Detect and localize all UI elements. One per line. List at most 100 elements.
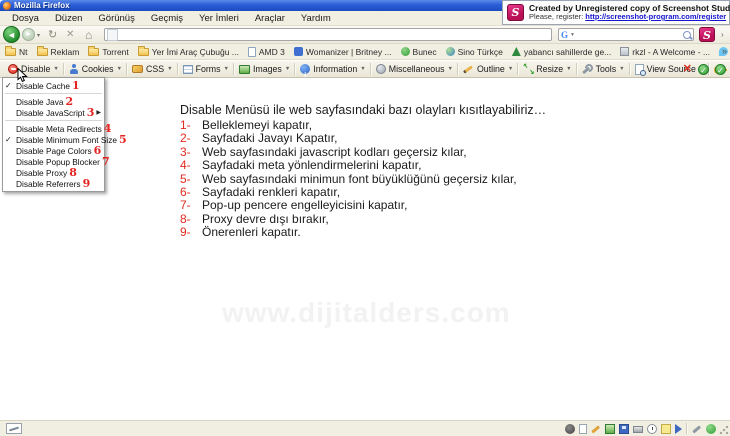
menu-item-disable-referrers[interactable]: Disable Referrers 9: [3, 178, 104, 189]
menu-gecmis[interactable]: Geçmiş: [143, 13, 191, 24]
valid-css-icon[interactable]: ✓: [715, 64, 726, 75]
list-item: 4- Sayfadaki meta yönlendirmelerini kapat…: [180, 158, 422, 173]
menu-dosya[interactable]: Dosya: [4, 13, 47, 24]
tools-icon[interactable]: [692, 424, 702, 434]
list-item: 3- Web sayfasındaki javascript kodları ge…: [180, 144, 467, 159]
bookmarks-overflow-icon[interactable]: »: [722, 46, 727, 56]
menu-duzen[interactable]: Düzen: [47, 13, 90, 24]
toolbar-overflow-icon[interactable]: ›: [721, 30, 724, 39]
menu-araclar[interactable]: Araçlar: [247, 13, 293, 24]
register-link[interactable]: http://screenshot-program.com/register: [585, 12, 726, 21]
refresh-icon[interactable]: ↻: [48, 28, 57, 41]
search-box[interactable]: G ▼: [558, 28, 694, 41]
list-number: 9-: [180, 225, 191, 240]
bookmark-label: Sino Türkçe: [457, 46, 503, 57]
history-dropdown-icon[interactable]: ▾: [37, 32, 40, 39]
list-number: 6-: [180, 185, 191, 200]
menu-item-disable-meta-redirects[interactable]: Disable Meta Redirects 4: [3, 123, 111, 134]
menu-item-disable-minimum-font-size[interactable]: ✓ Disable Minimum Font Size 5: [3, 134, 127, 145]
annotation-number: 6: [93, 143, 102, 157]
bookmark-item[interactable]: Torrent: [88, 45, 129, 57]
devtool-tools[interactable]: Tools ▼: [578, 64, 629, 74]
register-label: Please, register:: [529, 12, 584, 22]
chevron-down-icon: ▼: [566, 66, 572, 72]
bookmark-item[interactable]: Yer İmi Araç Çubuğu ...: [137, 45, 239, 57]
chevron-down-icon: ▼: [360, 66, 366, 72]
forward-arrow-icon[interactable]: [675, 423, 682, 434]
web-developer-toolbar: Disable▼ Cookies▼ CSS▼ Forms▼ Images▼ In…: [0, 60, 730, 78]
devtool-forms[interactable]: Forms ▼: [179, 64, 233, 74]
list-item: 2- Sayfadaki Javayı Kapatır,: [180, 131, 338, 146]
view-source-icon: [634, 63, 646, 76]
annotation-number: 9: [82, 176, 91, 190]
search-go-icon[interactable]: [683, 30, 691, 39]
connection-status-icon[interactable]: [706, 423, 716, 434]
bookmark-item[interactable]: Bunec: [400, 47, 437, 57]
list-item: 7- Pop-up pencere engelleyicisini kapatır…: [180, 198, 408, 213]
back-button[interactable]: ◄: [3, 26, 20, 43]
bookmark-label: AMD 3: [258, 46, 285, 57]
bookmark-item[interactable]: AMD 3: [247, 46, 285, 57]
bookmark-label: Nt: [19, 46, 28, 57]
list-number: 3-: [180, 144, 191, 159]
bookmark-item[interactable]: Sino Türkçe: [445, 46, 503, 57]
bookmark-item[interactable]: yabancı sahillerde ge...: [511, 47, 611, 57]
stop-icon[interactable]: ✕: [66, 29, 74, 40]
list-item: 8- Proxy devre dışı bırakır,: [180, 211, 329, 226]
bookmark-item[interactable]: Nt: [5, 45, 28, 57]
document-icon[interactable]: [579, 423, 587, 434]
list-number: 7-: [180, 198, 191, 213]
disable-dropdown-menu: ✓ Disable Cache 1 Disable Java 2 Disable…: [2, 77, 127, 192]
note-icon[interactable]: [661, 423, 671, 434]
devtool-disable[interactable]: Disable ▼: [4, 64, 63, 74]
menu-yer-imleri[interactable]: Yer İmleri: [191, 13, 247, 24]
engine-dropdown-icon[interactable]: ▼: [570, 32, 575, 38]
close-toolbar-icon[interactable]: ✕: [683, 64, 692, 75]
annotation-number: 1: [71, 78, 80, 92]
forms-icon: [182, 64, 193, 74]
resize-grip[interactable]: [719, 425, 729, 435]
chevron-down-icon: ▼: [223, 66, 229, 72]
forward-button[interactable]: ►: [22, 28, 35, 41]
menu-item-disable-popup-blocker[interactable]: Disable Popup Blocker 7: [3, 156, 110, 167]
printer-icon[interactable]: [633, 426, 643, 433]
home-icon[interactable]: ⌂: [85, 28, 92, 42]
address-bar[interactable]: [104, 28, 552, 41]
menu-yardim[interactable]: Yardım: [293, 13, 339, 24]
devtool-miscellaneous[interactable]: Miscellaneous ▼: [372, 64, 457, 74]
wrench-icon: [582, 64, 593, 74]
annotation-number: 8: [69, 165, 77, 179]
devtool-cookies[interactable]: Cookies ▼: [65, 64, 126, 74]
status-separator: [686, 423, 688, 434]
grid-icon: [620, 47, 630, 56]
bookmark-item[interactable]: Womanizer | Britney ...: [293, 47, 392, 57]
bookmarks-toolbar: Nt Reklam Torrent Yer İmi Araç Çubuğu ..…: [0, 44, 730, 60]
status-bar: [0, 420, 730, 436]
firebug-icon[interactable]: [565, 423, 575, 434]
favicon-placeholder-icon: [107, 28, 118, 41]
devtool-images[interactable]: Images ▼: [235, 64, 294, 74]
screenshot-studio-stamp-icon: S: [699, 27, 715, 42]
menu-item-disable-page-colors[interactable]: Disable Page Colors 6: [3, 145, 104, 156]
edit-pencil-icon[interactable]: [591, 424, 601, 434]
devtool-outline[interactable]: Outline ▼: [459, 64, 517, 74]
status-edit-icon[interactable]: [6, 423, 22, 434]
devtool-resize[interactable]: Resize▼: [519, 62, 575, 76]
google-engine-icon[interactable]: G: [561, 30, 568, 40]
valid-html-icon[interactable]: ✓: [698, 64, 709, 75]
menu-gorunus[interactable]: Görünüş: [90, 13, 142, 24]
chevron-down-icon: ▼: [53, 66, 59, 72]
list-item: 6- Sayfadaki renkleri kapatır,: [180, 185, 341, 200]
save-disk-icon[interactable]: [619, 423, 629, 434]
bookmark-item[interactable]: Reklam: [36, 45, 79, 57]
devtool-css[interactable]: CSS ▼: [128, 64, 177, 74]
history-clock-icon[interactable]: [647, 423, 657, 434]
site-icon: [400, 47, 410, 56]
globe-icon: [445, 47, 455, 56]
bookmark-item[interactable]: rkzl - A Welcome - ...: [620, 47, 710, 57]
chevron-down-icon: ▼: [284, 66, 291, 72]
menu-item-disable-javascript[interactable]: Disable JavaScript 3 ▶: [3, 107, 104, 118]
site-icon: [293, 47, 303, 56]
devtool-information[interactable]: Information▼: [296, 64, 369, 74]
image-icon[interactable]: [605, 423, 615, 434]
